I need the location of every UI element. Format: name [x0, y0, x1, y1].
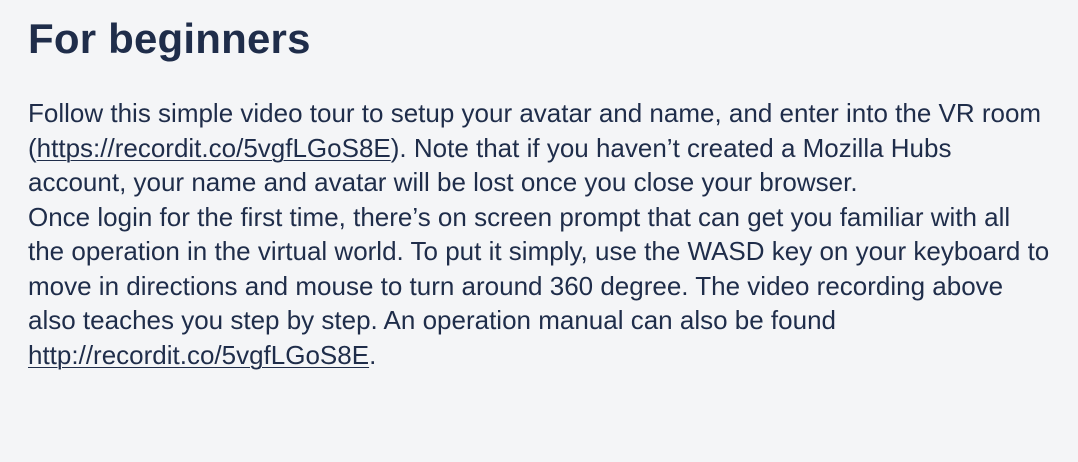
section-title: For beginners — [28, 15, 311, 62]
page-container: For beginners Follow this simple video t… — [0, 0, 1078, 462]
operation-manual-link[interactable]: http://recordit.co/5vgfLGoS8E — [28, 340, 369, 370]
instructions-paragraph: Once login for the first time, there’s o… — [28, 200, 1050, 373]
intro-paragraph: Follow this simple video tour to setup y… — [28, 96, 1050, 200]
instructions-text-after-link: . — [369, 339, 377, 370]
instructions-text-before-link: Once login for the first time, there’s o… — [28, 201, 1050, 336]
section-body: Follow this simple video tour to setup y… — [28, 96, 1050, 372]
video-tour-link[interactable]: https://recordit.co/5vgfLGoS8E — [37, 133, 391, 163]
